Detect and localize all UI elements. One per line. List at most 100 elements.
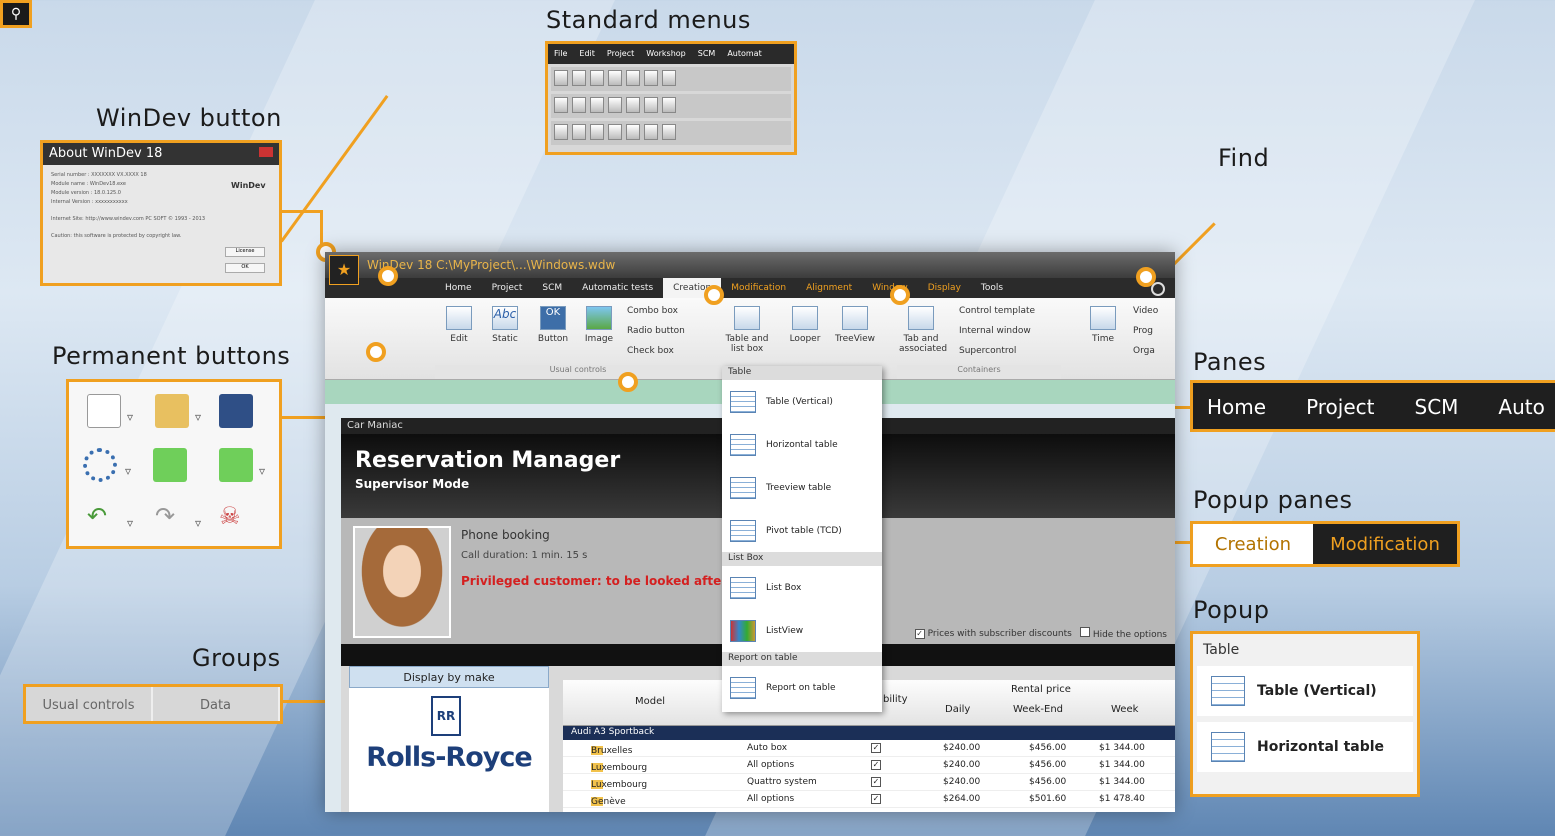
license-button[interactable]: License xyxy=(225,247,265,257)
save-icon[interactable] xyxy=(219,394,253,428)
find-button[interactable]: ⚲ xyxy=(0,0,32,28)
tab-display[interactable]: Display xyxy=(918,278,971,298)
hide-options-checkbox[interactable]: Hide the options xyxy=(1079,627,1167,640)
menu-file[interactable]: File xyxy=(554,49,567,59)
tab-project[interactable]: Project xyxy=(482,278,533,298)
chevron-down-icon[interactable]: ▿ xyxy=(259,464,265,478)
col-daily[interactable]: Daily xyxy=(945,704,970,715)
video-button[interactable]: Video xyxy=(1133,306,1158,316)
tab-home[interactable]: Home xyxy=(435,278,482,298)
hierarchy-icon[interactable]: ☠ xyxy=(219,502,253,536)
check-box-button[interactable]: Check box xyxy=(627,346,674,356)
edit-control-button[interactable]: Edit xyxy=(437,306,481,344)
control-template-button[interactable]: Control template xyxy=(959,306,1035,316)
same-width-icon[interactable] xyxy=(644,124,658,140)
same-height-icon[interactable] xyxy=(662,124,676,140)
permanent-buttons[interactable] xyxy=(331,306,421,372)
group-row[interactable]: Audi A3 Sportback xyxy=(563,726,1175,740)
pane-creation[interactable]: Creation xyxy=(1193,524,1313,564)
close-icon[interactable] xyxy=(259,147,273,157)
pane-auto[interactable]: Auto xyxy=(1498,395,1544,419)
combo-box-button[interactable]: Combo box xyxy=(627,306,678,316)
image-icon[interactable] xyxy=(626,97,640,113)
paste-icon[interactable] xyxy=(662,70,676,86)
looper-button[interactable]: Looper xyxy=(783,306,827,344)
open-icon[interactable] xyxy=(572,70,586,86)
popup-item[interactable]: Horizontal table xyxy=(1197,722,1413,772)
checkbox-checked-icon[interactable]: ✓ xyxy=(871,794,881,804)
refresh-icon[interactable] xyxy=(83,448,117,482)
tab-scm[interactable]: SCM xyxy=(532,278,572,298)
menu-edit[interactable]: Edit xyxy=(579,49,595,59)
pane-project[interactable]: Project xyxy=(1306,395,1374,419)
static-icon[interactable] xyxy=(572,97,586,113)
chevron-down-icon[interactable]: ▿ xyxy=(195,410,201,424)
col-model[interactable]: Model xyxy=(635,696,665,707)
pane-scm[interactable]: SCM xyxy=(1415,395,1459,419)
popup-item[interactable]: Table (Vertical) xyxy=(1197,666,1413,716)
check-icon[interactable] xyxy=(662,97,676,113)
table-row[interactable]: Luxembourg Quattro system ✓ $240.00 $456… xyxy=(563,774,1175,791)
dropdown-item[interactable]: Treeview table xyxy=(722,466,882,509)
run-icon[interactable] xyxy=(608,70,622,86)
dropdown-item[interactable]: ListView xyxy=(722,609,882,652)
print-icon[interactable] xyxy=(626,70,640,86)
chevron-down-icon[interactable]: ▿ xyxy=(195,516,201,530)
chevron-down-icon[interactable]: ▿ xyxy=(127,410,133,424)
center-icon[interactable] xyxy=(626,124,640,140)
table-row[interactable]: Luxembourg All options ✓ $240.00 $456.00… xyxy=(563,757,1175,774)
table-row[interactable]: Bruxelles Auto box ✓ $240.00 $456.00 $1 … xyxy=(563,740,1175,757)
chevron-down-icon[interactable]: ▿ xyxy=(125,464,131,478)
windev-button[interactable]: ★ xyxy=(329,255,359,285)
display-by-make-button[interactable]: Display by make xyxy=(349,666,549,688)
new-icon[interactable] xyxy=(554,70,568,86)
dropdown-item[interactable]: Pivot table (TCD) xyxy=(722,509,882,552)
open-folder-icon[interactable] xyxy=(155,394,189,428)
checkbox-checked-icon[interactable]: ✓ xyxy=(871,777,881,787)
dropdown-item[interactable]: Report on table xyxy=(722,666,882,709)
supercontrol-button[interactable]: Supercontrol xyxy=(959,346,1016,356)
align-top-icon[interactable] xyxy=(590,124,604,140)
dropdown-item[interactable]: Table (Vertical) xyxy=(722,380,882,423)
prog-button[interactable]: Prog xyxy=(1133,326,1153,336)
tab-modification[interactable]: Modification xyxy=(721,278,796,298)
menu-project[interactable]: Project xyxy=(607,49,634,59)
static-button[interactable]: Abc Static xyxy=(483,306,527,344)
pane-modification[interactable]: Modification xyxy=(1313,524,1457,564)
align-right-icon[interactable] xyxy=(572,124,586,140)
prices-checkbox[interactable]: ✓ Prices with subscriber discounts xyxy=(914,628,1072,639)
checkbox-checked-icon[interactable]: ✓ xyxy=(871,743,881,753)
tab-automatic-tests[interactable]: Automatic tests xyxy=(572,278,663,298)
ok-button[interactable]: OK xyxy=(225,263,265,273)
go-window-icon[interactable] xyxy=(219,448,253,482)
save-icon[interactable] xyxy=(590,70,604,86)
tab-control-button[interactable]: Tab and associated xyxy=(899,306,947,354)
pane-home[interactable]: Home xyxy=(1207,395,1266,419)
align-left-icon[interactable] xyxy=(554,124,568,140)
search-icon[interactable] xyxy=(1151,282,1165,296)
treeview-button[interactable]: TreeView xyxy=(833,306,877,344)
col-week[interactable]: Week xyxy=(1111,704,1138,715)
button-button[interactable]: OK Button xyxy=(531,306,575,344)
dropdown-item[interactable]: Horizontal table xyxy=(722,423,882,466)
radio-icon[interactable] xyxy=(644,97,658,113)
undo-icon[interactable]: ↶ xyxy=(87,502,121,536)
table-row[interactable]: Genève All options ✓ $264.00 $501.60 $1 … xyxy=(563,791,1175,808)
tab-alignment[interactable]: Alignment xyxy=(796,278,862,298)
col-weekend[interactable]: Week-End xyxy=(1013,704,1063,715)
internal-window-button[interactable]: Internal window xyxy=(959,326,1031,336)
chevron-down-icon[interactable]: ▿ xyxy=(127,516,133,530)
col-availability[interactable]: bility xyxy=(883,694,908,705)
view-icon[interactable] xyxy=(554,97,568,113)
align-bottom-icon[interactable] xyxy=(608,124,622,140)
edit-control-icon[interactable] xyxy=(590,97,604,113)
checkbox-checked-icon[interactable]: ✓ xyxy=(871,760,881,770)
copy-icon[interactable] xyxy=(644,70,658,86)
time-button[interactable]: Time xyxy=(1081,306,1125,344)
menu-workshop[interactable]: Workshop xyxy=(646,49,685,59)
button-icon[interactable] xyxy=(608,97,622,113)
menu-scm[interactable]: SCM xyxy=(698,49,716,59)
go-icon[interactable] xyxy=(153,448,187,482)
image-button[interactable]: Image xyxy=(577,306,621,344)
menu-automat[interactable]: Automat xyxy=(727,49,761,59)
